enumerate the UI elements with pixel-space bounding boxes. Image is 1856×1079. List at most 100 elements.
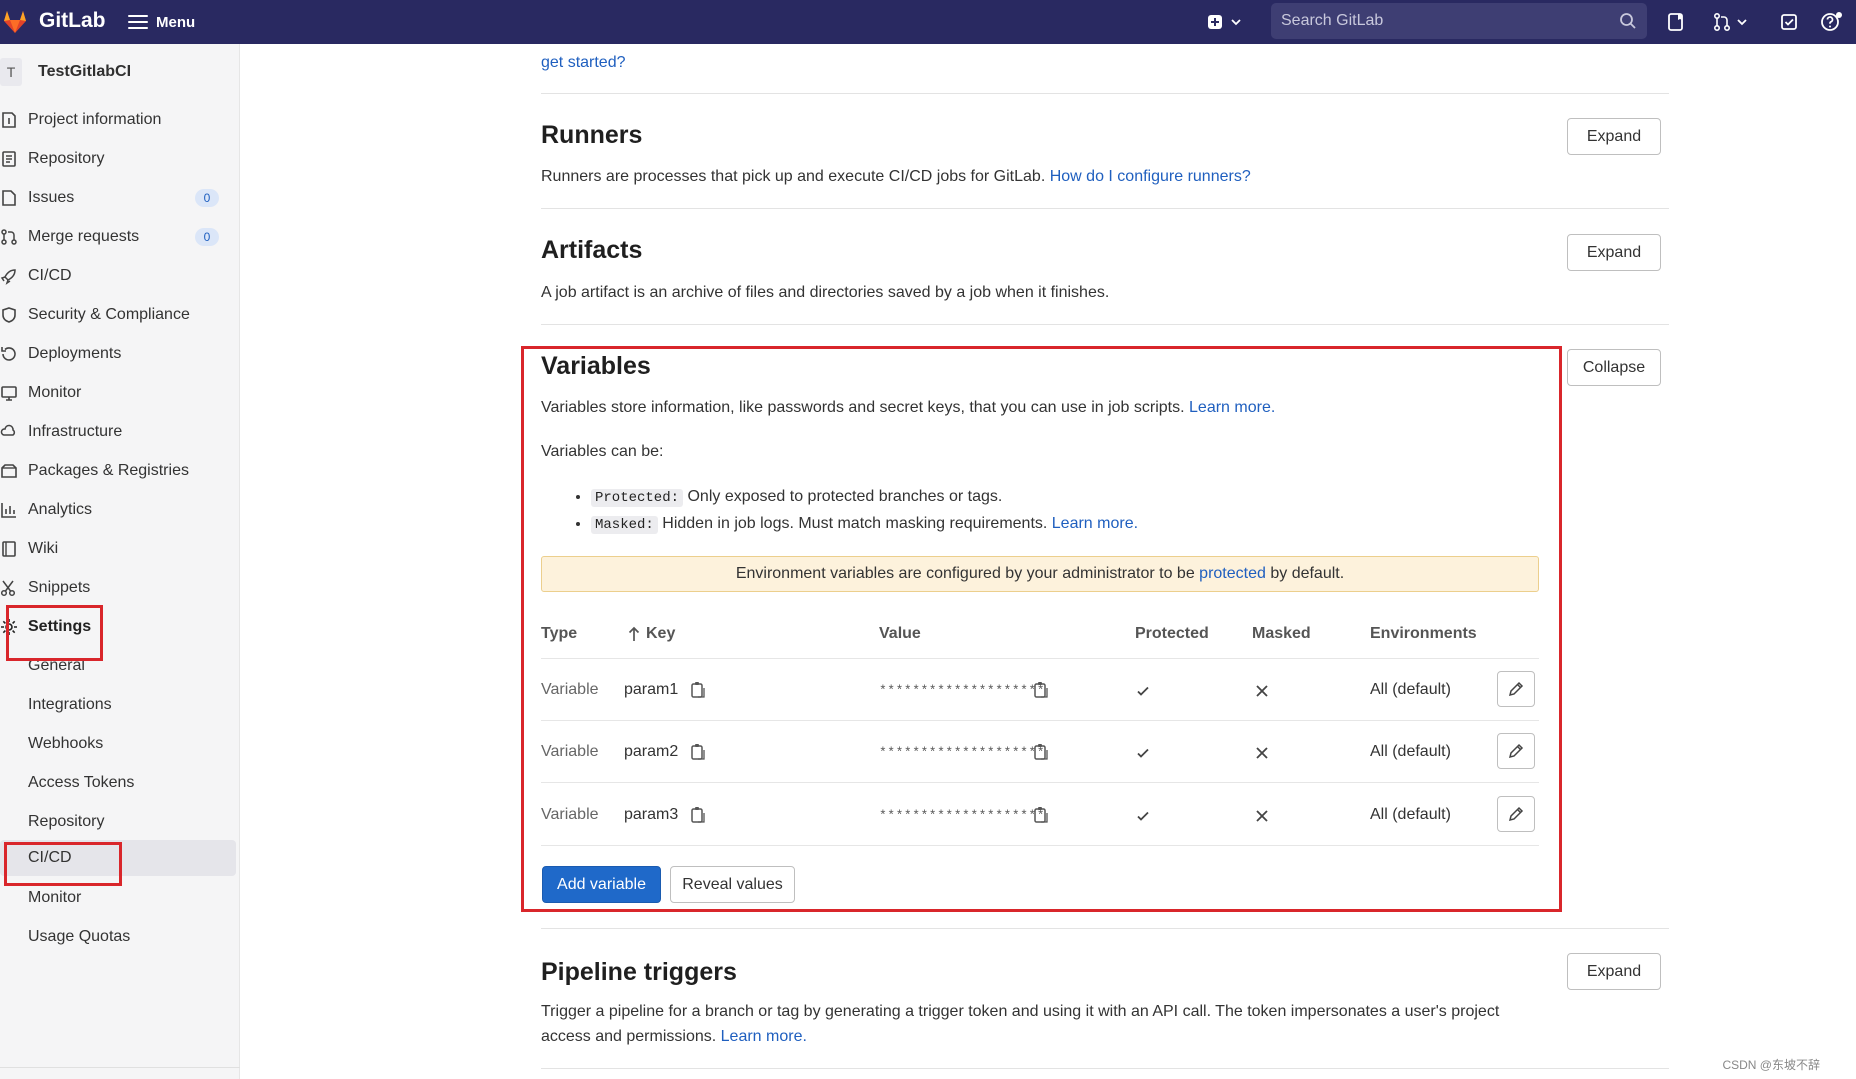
edit-variable-button[interactable]	[1497, 733, 1535, 769]
issues-count-badge: 0	[195, 189, 219, 207]
merge-requests-shortcut-button[interactable]	[1712, 10, 1748, 34]
sidebar-item-infrastructure[interactable]: Infrastructure	[0, 414, 236, 450]
sidebar-subitem-general[interactable]: General	[0, 648, 236, 684]
copy-value-icon[interactable]	[1033, 806, 1049, 824]
sidebar-item-deployments[interactable]: Deployments	[0, 336, 236, 372]
shield-icon	[2, 307, 16, 323]
menu-button[interactable]: Menu	[128, 10, 195, 34]
todos-shortcut-button[interactable]	[1779, 10, 1799, 34]
masked-cross-icon	[1256, 685, 1268, 697]
protected-link[interactable]: protected	[1199, 565, 1266, 583]
cloud-gear-icon	[0, 424, 16, 436]
sidebar-subitem-ci-cd[interactable]: CI/CD	[0, 840, 236, 876]
sidebar-item-monitor[interactable]: Monitor	[0, 375, 236, 411]
column-header-type[interactable]: Type	[541, 625, 577, 643]
search-placeholder: Search GitLab	[1281, 12, 1384, 29]
column-header-protected[interactable]: Protected	[1135, 625, 1209, 643]
masked-learn-more-link[interactable]: Learn more.	[1052, 515, 1138, 532]
repository-icon	[2, 151, 16, 167]
sidebar-subitem-usage-quotas[interactable]: Usage Quotas	[0, 919, 236, 955]
variable-key-cell: param2	[624, 743, 679, 760]
gitlab-logo-icon[interactable]	[0, 6, 30, 36]
sidebar-project-header[interactable]: T TestGitlabCI	[0, 56, 131, 88]
copy-key-icon[interactable]	[690, 681, 706, 699]
sidebar-collapse-bar[interactable]	[0, 1067, 240, 1079]
sidebar-item-packages-registries[interactable]: Packages & Registries	[0, 453, 236, 489]
pipeline-triggers-learn-more-link[interactable]: Learn more.	[721, 1028, 807, 1045]
column-header-masked[interactable]: Masked	[1252, 625, 1311, 643]
artifacts-title: Artifacts	[541, 236, 643, 264]
copy-value-icon[interactable]	[1033, 743, 1049, 761]
section-divider	[541, 928, 1669, 929]
new-dropdown-button[interactable]	[1206, 10, 1250, 34]
sidebar-subitem-access-tokens[interactable]: Access Tokens	[0, 765, 236, 801]
sidebar-item-label: Repository	[28, 150, 105, 167]
copy-value-icon[interactable]	[1033, 681, 1049, 699]
sidebar-item-label: Snippets	[28, 579, 91, 596]
variables-learn-more-link[interactable]: Learn more.	[1189, 399, 1275, 416]
variables-description-text: Variables store information, like passwo…	[541, 399, 1185, 416]
sidebar-subitem-integrations[interactable]: Integrations	[0, 687, 236, 723]
sidebar-subitem-label: Usage Quotas	[28, 928, 131, 945]
search-icon	[1620, 13, 1636, 29]
column-header-environments[interactable]: Environments	[1370, 625, 1477, 643]
get-started-link[interactable]: get started?	[541, 50, 626, 75]
notice-text-before: Environment variables are configured by …	[735, 565, 1195, 582]
sidebar-item-issues[interactable]: Issues 0	[0, 180, 236, 216]
issues-shortcut-button[interactable]	[1666, 10, 1686, 34]
sidebar-item-settings[interactable]: Settings	[0, 609, 236, 645]
copy-key-icon[interactable]	[690, 806, 706, 824]
variables-collapse-button[interactable]: Collapse	[1567, 349, 1661, 386]
deployments-icon	[1, 347, 16, 361]
column-header-key[interactable]: Key	[628, 625, 675, 643]
sidebar-subitem-label: Webhooks	[28, 735, 104, 752]
list-item: Protected: Only exposed to protected bra…	[591, 484, 1138, 511]
runners-expand-button[interactable]: Expand	[1567, 118, 1661, 155]
sidebar-item-analytics[interactable]: Analytics	[0, 492, 236, 528]
variables-can-be-text: Variables can be:	[541, 443, 664, 460]
copy-key-icon[interactable]	[690, 743, 706, 761]
sidebar-subitem-label: Integrations	[28, 696, 112, 713]
plus-square-icon	[1208, 15, 1222, 29]
help-button[interactable]	[1820, 10, 1842, 34]
column-header-value[interactable]: Value	[879, 625, 921, 643]
sidebar-item-snippets[interactable]: Snippets	[0, 570, 236, 606]
sidebar-item-wiki[interactable]: Wiki	[0, 531, 236, 567]
watermark: CSDN @东坡不辞	[1722, 1058, 1820, 1072]
brand-name[interactable]: GitLab	[39, 9, 106, 33]
scissors-icon	[0, 580, 16, 597]
chevron-down-icon	[1737, 19, 1747, 26]
add-variable-button[interactable]: Add variable	[542, 866, 661, 903]
table-divider	[541, 720, 1539, 721]
sidebar-item-security-compliance[interactable]: Security & Compliance	[0, 297, 236, 333]
sidebar-item-repository[interactable]: Repository	[0, 141, 236, 177]
sidebar-subitem-label: Access Tokens	[28, 774, 135, 791]
merge-request-icon	[1, 229, 17, 245]
variable-environment-cell: All (default)	[1370, 743, 1451, 760]
sidebar-subitem-monitor[interactable]: Monitor	[0, 880, 236, 916]
sidebar-subitem-label: Repository	[28, 813, 105, 830]
sidebar-item-label: Wiki	[28, 540, 59, 557]
sidebar-item-merge-requests[interactable]: Merge requests 0	[0, 219, 236, 255]
pipeline-triggers-description-text: Trigger a pipeline for a branch or tag b…	[541, 1003, 1500, 1045]
variable-value-cell: ********************	[879, 745, 1046, 760]
variable-type-cell: Variable	[541, 806, 599, 823]
sidebar-subitem-repository[interactable]: Repository	[0, 804, 236, 840]
search-input[interactable]: Search GitLab	[1271, 3, 1647, 39]
runners-description: Runners are processes that pick up and e…	[541, 164, 1251, 189]
section-divider	[541, 324, 1669, 325]
issues-icon	[2, 190, 16, 206]
reveal-values-button[interactable]: Reveal values	[670, 866, 795, 903]
edit-variable-button[interactable]	[1497, 796, 1535, 832]
pencil-icon	[1508, 681, 1524, 697]
variable-types-list: Protected: Only exposed to protected bra…	[573, 484, 1138, 538]
sidebar-item-project-information[interactable]: Project information	[0, 102, 236, 138]
edit-variable-button[interactable]	[1497, 671, 1535, 707]
sidebar-item-ci-cd[interactable]: CI/CD	[0, 258, 236, 294]
artifacts-expand-button[interactable]: Expand	[1567, 234, 1661, 271]
sidebar-subitem-webhooks[interactable]: Webhooks	[0, 726, 236, 762]
configure-runners-link[interactable]: How do I configure runners?	[1050, 168, 1251, 185]
sidebar-item-label: Packages & Registries	[28, 462, 189, 479]
pipeline-triggers-expand-button[interactable]: Expand	[1567, 953, 1661, 990]
runners-description-text: Runners are processes that pick up and e…	[541, 168, 1046, 185]
